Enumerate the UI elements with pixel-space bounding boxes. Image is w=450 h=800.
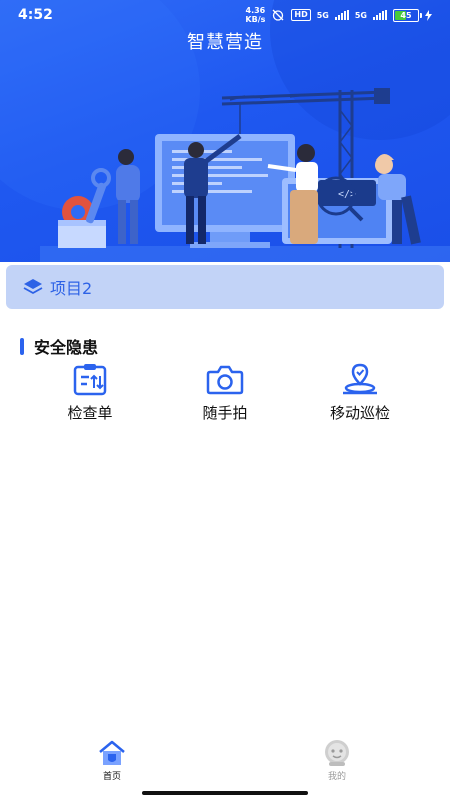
section-accent-bar xyxy=(20,337,24,355)
home-indicator xyxy=(142,791,308,795)
camera-icon xyxy=(206,365,244,395)
bottom-tab-bar: 首页 我的 xyxy=(0,738,450,788)
checklist-icon xyxy=(73,364,107,396)
signal-icon xyxy=(373,10,387,20)
tab-home[interactable]: 首页 xyxy=(72,738,152,788)
snapshot-label: 随手拍 xyxy=(202,404,248,422)
status-bar: 4:52 4.36 KB/s HD 5G 5G 45 xyxy=(0,0,450,30)
checklist-button[interactable]: 检查单 xyxy=(30,362,150,424)
mobile-patrol-label: 移动巡检 xyxy=(329,404,390,422)
location-route-icon xyxy=(343,363,377,395)
sim2-network-label: 5G xyxy=(354,10,367,20)
network-speed: 4.36 KB/s xyxy=(245,6,265,24)
network-speed-unit: KB/s xyxy=(245,15,266,24)
status-time: 4:52 xyxy=(18,7,53,23)
checklist-label: 检查单 xyxy=(67,404,113,422)
status-icons: 4.36 KB/s HD 5G 5G 45 xyxy=(245,6,432,24)
project-label: 项目2 xyxy=(50,279,93,298)
snapshot-button[interactable]: 随手拍 xyxy=(165,362,285,424)
project-selector[interactable]: 项目2 xyxy=(6,265,444,309)
charging-icon xyxy=(425,9,432,21)
alarm-off-icon xyxy=(272,9,284,21)
battery-icon: 45 xyxy=(393,8,422,22)
page-title: 智慧营造 xyxy=(187,32,263,53)
hero-banner: </> 4:52 4.36 KB/s HD 5G 5G 45 智慧营造 xyxy=(0,0,450,262)
signal-icon xyxy=(334,10,349,20)
sim1-network-label: 5G xyxy=(316,10,329,20)
tab-profile-label: 我的 xyxy=(327,772,346,782)
section-title: 安全隐患 xyxy=(34,338,99,357)
tab-profile[interactable]: 我的 xyxy=(297,738,377,788)
safety-hazard-grid: 检查单 随手拍 移动巡检 xyxy=(0,362,450,424)
hd-badge: HD xyxy=(291,9,311,21)
mobile-patrol-button[interactable]: 移动巡检 xyxy=(300,362,420,424)
tab-home-label: 首页 xyxy=(102,772,121,782)
section-header: 安全隐患 xyxy=(20,336,99,357)
battery-level: 45 xyxy=(400,10,412,20)
network-speed-value: 4.36 xyxy=(245,6,266,15)
profile-icon xyxy=(325,740,349,766)
home-icon xyxy=(99,740,125,765)
layers-icon xyxy=(23,279,43,294)
